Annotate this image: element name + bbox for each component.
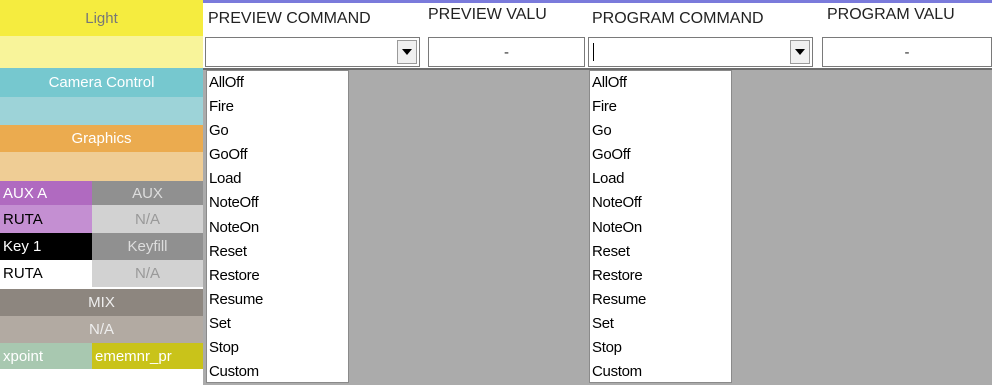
program-command-option-noteoff[interactable]: NoteOff bbox=[590, 191, 731, 215]
preview-command-combo[interactable] bbox=[205, 37, 420, 67]
key1-value[interactable]: RUTA bbox=[0, 260, 92, 287]
keyfill-label[interactable]: Keyfill bbox=[92, 233, 203, 260]
preview-command-option-reset[interactable]: Reset bbox=[207, 240, 348, 264]
preview-command-list[interactable]: AllOff Fire Go GoOff Load NoteOff NoteOn Reset R… bbox=[206, 70, 349, 383]
preview-command-option-noteon[interactable]: NoteOn bbox=[207, 216, 348, 240]
preview-command-option-set[interactable]: Set bbox=[207, 312, 348, 336]
aux-value[interactable]: N/A bbox=[92, 205, 203, 233]
program-command-option-reset[interactable]: Reset bbox=[590, 240, 731, 264]
preview-command-option-alloff[interactable]: AllOff bbox=[207, 71, 348, 95]
text-cursor bbox=[593, 43, 594, 61]
light-label: Light bbox=[85, 9, 118, 27]
chevron-down-icon bbox=[795, 49, 805, 55]
keyfill-label-text: Keyfill bbox=[127, 238, 168, 255]
preview-command-option-custom[interactable]: Custom bbox=[207, 360, 348, 384]
program-command-option-resume[interactable]: Resume bbox=[590, 288, 731, 312]
light-header[interactable]: Light bbox=[0, 0, 203, 36]
program-command-option-alloff[interactable]: AllOff bbox=[590, 71, 731, 95]
key1-value-text: RUTA bbox=[3, 265, 43, 282]
program-command-header: PROGRAM COMMAND bbox=[592, 10, 814, 32]
program-command-option-custom[interactable]: Custom bbox=[590, 360, 731, 384]
graphics-row[interactable] bbox=[0, 152, 203, 181]
aux-a-value[interactable]: RUTA bbox=[0, 205, 92, 233]
preview-command-option-gooff[interactable]: GoOff bbox=[207, 143, 348, 167]
program-command-option-fire[interactable]: Fire bbox=[590, 95, 731, 119]
camera-control-header[interactable]: Camera Control bbox=[0, 68, 203, 97]
preview-command-header-text: PREVIEW COMMAND bbox=[208, 10, 371, 27]
program-command-option-stop[interactable]: Stop bbox=[590, 336, 731, 360]
chevron-down-icon bbox=[402, 49, 412, 55]
xpoint-cell[interactable]: xpoint bbox=[0, 343, 92, 369]
keyfill-value[interactable]: N/A bbox=[92, 260, 203, 287]
key1-label[interactable]: Key 1 bbox=[0, 233, 92, 260]
aux-a-value-text: RUTA bbox=[3, 210, 43, 228]
graphics-header[interactable]: Graphics bbox=[0, 125, 203, 152]
aux-label[interactable]: AUX bbox=[92, 181, 203, 205]
program-value-header-text: PROGRAM VALU bbox=[827, 6, 955, 23]
ememnr-cell[interactable]: ememnr_pr bbox=[92, 343, 203, 369]
preview-value-header-text: PREVIEW VALU bbox=[428, 6, 547, 23]
preview-command-header: PREVIEW COMMAND bbox=[208, 10, 422, 32]
program-value-field[interactable]: - bbox=[822, 37, 992, 67]
program-command-option-gooff[interactable]: GoOff bbox=[590, 143, 731, 167]
mix-label[interactable]: MIX bbox=[0, 289, 203, 316]
program-command-option-go[interactable]: Go bbox=[590, 119, 731, 143]
light-row[interactable] bbox=[0, 36, 203, 68]
program-value-text: - bbox=[904, 43, 910, 61]
xpoint-text: xpoint bbox=[3, 347, 44, 365]
key1-label-text: Key 1 bbox=[3, 238, 42, 255]
program-command-list[interactable]: AllOff Fire Go GoOff Load NoteOff NoteOn Reset R… bbox=[589, 70, 732, 383]
aux-label-text: AUX bbox=[132, 184, 163, 202]
top-accent-line bbox=[203, 0, 992, 3]
keyfill-value-text: N/A bbox=[134, 265, 160, 282]
preview-command-option-stop[interactable]: Stop bbox=[207, 336, 348, 360]
camera-control-label: Camera Control bbox=[48, 74, 155, 91]
program-command-option-set[interactable]: Set bbox=[590, 312, 731, 336]
aux-a-label-text: AUX A bbox=[3, 184, 48, 202]
aux-a-label[interactable]: AUX A bbox=[0, 181, 92, 205]
program-command-option-noteon[interactable]: NoteOn bbox=[590, 216, 731, 240]
preview-value-text: - bbox=[504, 43, 509, 61]
preview-command-option-fire[interactable]: Fire bbox=[207, 95, 348, 119]
preview-command-dropdown-button[interactable] bbox=[397, 40, 417, 64]
camera-control-row[interactable] bbox=[0, 97, 203, 125]
preview-value-field[interactable]: - bbox=[428, 37, 585, 67]
program-command-option-load[interactable]: Load bbox=[590, 167, 731, 191]
program-value-header: PROGRAM VALU bbox=[827, 6, 992, 28]
preview-command-option-restore[interactable]: Restore bbox=[207, 264, 348, 288]
graphics-label: Graphics bbox=[71, 130, 132, 147]
mix-value-text: N/A bbox=[88, 321, 114, 338]
ememnr-text: ememnr_pr bbox=[95, 347, 172, 365]
program-command-combo[interactable] bbox=[588, 37, 813, 67]
bottom-strip bbox=[0, 369, 203, 385]
program-command-option-restore[interactable]: Restore bbox=[590, 264, 731, 288]
preview-command-option-resume[interactable]: Resume bbox=[207, 288, 348, 312]
preview-command-option-noteoff[interactable]: NoteOff bbox=[207, 191, 348, 215]
preview-command-option-go[interactable]: Go bbox=[207, 119, 348, 143]
program-command-header-text: PROGRAM COMMAND bbox=[592, 10, 764, 27]
mix-label-text: MIX bbox=[88, 294, 115, 311]
program-command-dropdown-button[interactable] bbox=[790, 40, 810, 64]
preview-command-option-load[interactable]: Load bbox=[207, 167, 348, 191]
aux-value-text: N/A bbox=[134, 210, 160, 228]
mix-value[interactable]: N/A bbox=[0, 316, 203, 343]
preview-value-header: PREVIEW VALU bbox=[428, 6, 585, 28]
